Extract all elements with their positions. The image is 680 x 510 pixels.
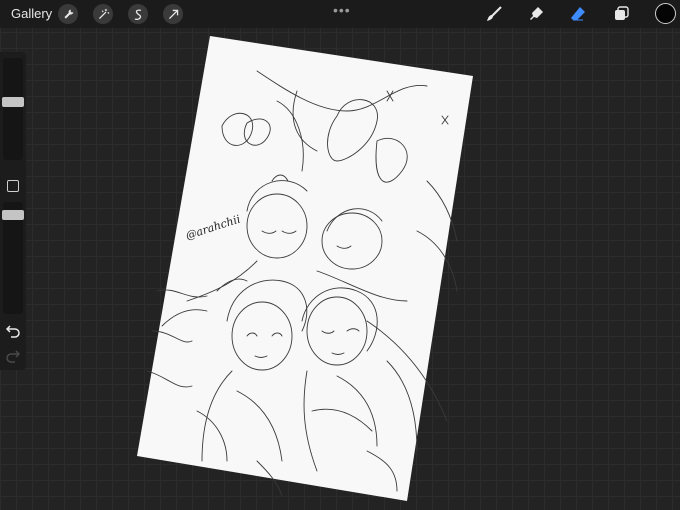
brush-size-slider[interactable] — [3, 58, 23, 160]
magic-wand-icon[interactable] — [93, 4, 113, 24]
undo-icon[interactable] — [5, 324, 21, 338]
color-picker-swatch[interactable] — [655, 3, 676, 24]
transform-arrow-icon[interactable] — [163, 4, 183, 24]
sketch-artwork — [137, 36, 473, 501]
redo-icon[interactable] — [5, 349, 21, 363]
more-options-button[interactable]: ••• — [333, 2, 351, 18]
brush-size-slider-thumb[interactable] — [2, 97, 24, 107]
drawing-canvas[interactable] — [137, 31, 473, 503]
gallery-button[interactable]: Gallery — [11, 6, 52, 21]
eraser-icon[interactable] — [568, 4, 588, 24]
selection-s-icon[interactable] — [128, 4, 148, 24]
layers-icon[interactable] — [612, 4, 632, 24]
opacity-slider-thumb[interactable] — [2, 210, 24, 220]
square-icon[interactable] — [7, 180, 19, 192]
side-toolbar — [0, 52, 26, 370]
wrench-icon[interactable] — [58, 4, 78, 24]
smudge-icon[interactable] — [526, 4, 546, 24]
top-toolbar: Gallery ••• — [0, 0, 680, 28]
brush-icon[interactable] — [484, 4, 504, 24]
